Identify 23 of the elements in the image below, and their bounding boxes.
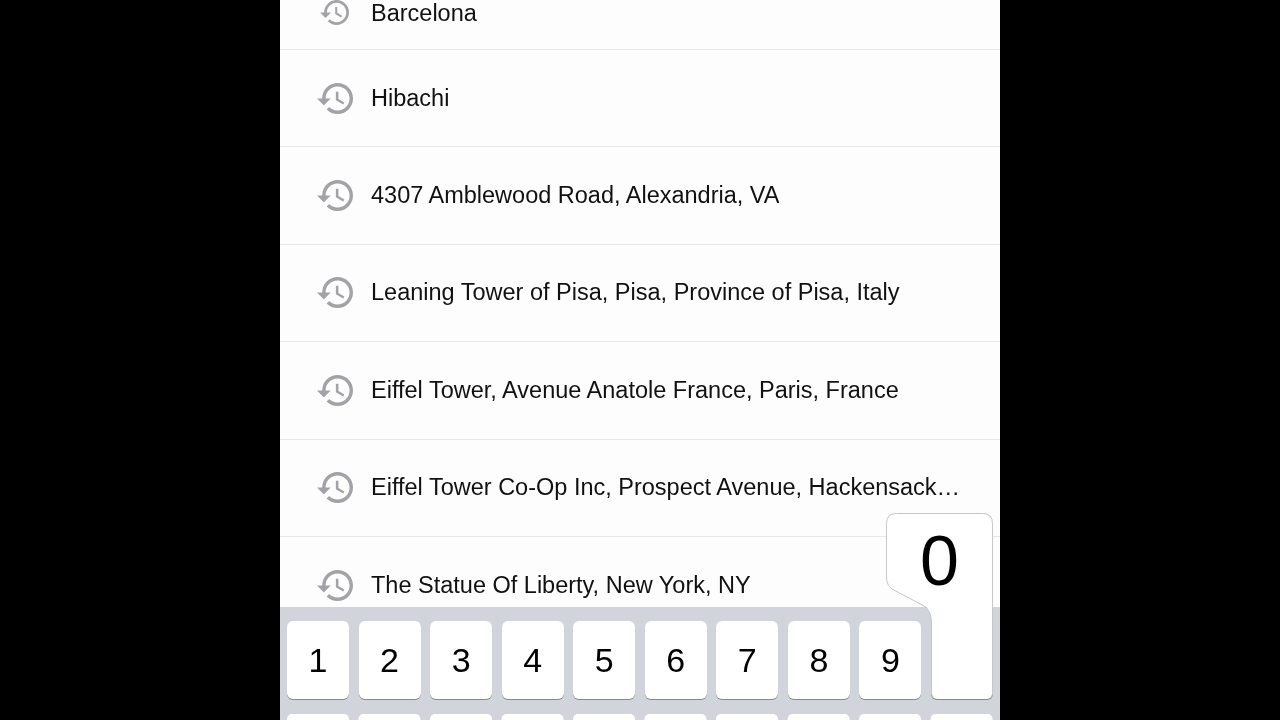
history-item[interactable]: Barcelona: [280, 0, 1000, 50]
keyboard-key[interactable]: 6: [644, 621, 707, 699]
history-item[interactable]: Hibachi: [280, 50, 1000, 148]
history-icon: [317, 82, 353, 114]
keyboard-key[interactable]: 3: [430, 621, 493, 699]
history-icon: [317, 569, 353, 601]
history-icon: [317, 472, 353, 504]
history-item[interactable]: Eiffel Tower, Avenue Anatole France, Paris, France: [280, 342, 1000, 440]
history-icon: [317, 277, 353, 309]
history-icon: [317, 180, 353, 212]
key-preview-tooltip: 0: [885, 513, 993, 621]
keyboard-key[interactable]: 4: [501, 621, 564, 699]
history-item[interactable]: 4307 Amblewood Road, Alexandria, VA: [280, 147, 1000, 245]
pressed-key[interactable]: [930, 621, 993, 699]
history-icon: [320, 0, 349, 25]
keyboard-key[interactable]: 1: [287, 621, 350, 699]
history-icon: [317, 374, 353, 406]
keyboard-key[interactable]: 5: [573, 621, 636, 699]
keyboard-key[interactable]: 8: [787, 621, 850, 699]
keyboard-key[interactable]: 2: [358, 621, 421, 699]
keyboard-key[interactable]: 9: [859, 621, 922, 699]
history-item[interactable]: Leaning Tower of Pisa, Pisa, Province of Pisa, Italy: [280, 244, 1000, 343]
keyboard-key[interactable]: 7: [716, 621, 779, 699]
